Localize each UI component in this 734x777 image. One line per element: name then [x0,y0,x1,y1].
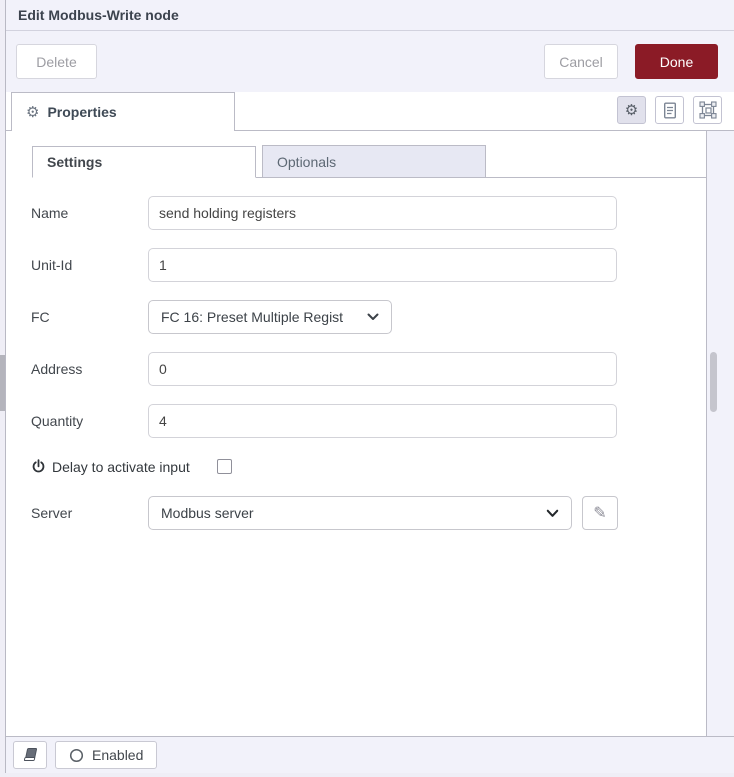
server-select[interactable]: Modbus server [148,496,572,530]
unit-id-input[interactable] [148,248,617,282]
dialog-body: Settings Optionals Name Unit-Id FC [6,131,734,736]
edit-node-dialog: Edit Modbus-Write node Delete Cancel Don… [5,0,734,773]
page-background: Edit Modbus-Write node Delete Cancel Don… [0,0,734,777]
done-button[interactable]: Done [635,44,718,79]
delete-button[interactable]: Delete [16,44,97,79]
circle-icon [69,748,84,763]
gear-icon: ⚙ [625,101,638,119]
delay-checkbox[interactable] [217,459,232,474]
enabled-toggle-button[interactable]: Enabled [55,741,157,769]
power-icon [31,459,46,474]
name-input[interactable] [148,196,617,230]
fc-select-value: FC 16: Preset Multiple Regist [161,309,361,325]
docs-button[interactable] [13,741,47,769]
quantity-input[interactable] [148,404,617,438]
server-select-value: Modbus server [161,505,540,521]
fc-label: FC [31,309,148,325]
dialog-action-bar: Delete Cancel Done [6,31,734,92]
form-row-delay: Delay to activate input [31,456,734,477]
form-row-name: Name [31,196,734,230]
form-row-unit-id: Unit-Id [31,248,734,282]
description-icon-button[interactable] [655,96,684,124]
edit-server-button[interactable]: ✎ [582,496,618,530]
node-edit-form: Name Unit-Id FC FC 16: Preset Multiple R… [6,178,734,530]
properties-tab-label: Properties [47,104,116,120]
gutter-border [706,699,707,736]
tab-optionals[interactable]: Optionals [262,145,486,177]
tab-optionals-label: Optionals [277,154,336,170]
document-icon [663,102,677,119]
tab-settings[interactable]: Settings [32,146,256,178]
cancel-button[interactable]: Cancel [544,44,618,79]
tray-toolbar-buttons: ⚙ [608,96,722,124]
appearance-icon [699,101,717,119]
gear-icon: ⚙ [26,103,39,121]
form-row-server: Server Modbus server ✎ [31,496,734,530]
tab-properties[interactable]: ⚙ Properties [11,92,235,131]
properties-icon-button[interactable]: ⚙ [617,96,646,124]
form-row-fc: FC FC 16: Preset Multiple Regist [31,300,734,334]
appearance-icon-button[interactable] [693,96,722,124]
dialog-title: Edit Modbus-Write node [18,7,179,23]
fc-select[interactable]: FC 16: Preset Multiple Regist [148,300,392,334]
quantity-label: Quantity [31,413,148,429]
dialog-header: Edit Modbus-Write node [6,0,734,31]
enabled-label: Enabled [92,747,143,763]
chevron-down-icon [546,509,559,518]
form-scrollbar-track[interactable] [706,131,734,736]
form-row-address: Address [31,352,734,386]
book-icon [22,747,38,763]
chevron-down-icon [367,313,379,321]
tray-tabbar: ⚙ Properties ⚙ [6,92,734,131]
server-label: Server [31,505,148,521]
unit-id-label: Unit-Id [31,257,148,273]
form-scrollbar-thumb[interactable] [710,352,717,412]
address-label: Address [31,361,148,377]
form-row-quantity: Quantity [31,404,734,438]
settings-tabbar: Settings Optionals [32,145,706,178]
tab-settings-label: Settings [47,154,102,170]
delay-label: Delay to activate input [52,459,190,475]
name-label: Name [31,205,148,221]
address-input[interactable] [148,352,617,386]
dialog-footer: Enabled [6,736,734,773]
pencil-icon: ✎ [593,503,606,523]
